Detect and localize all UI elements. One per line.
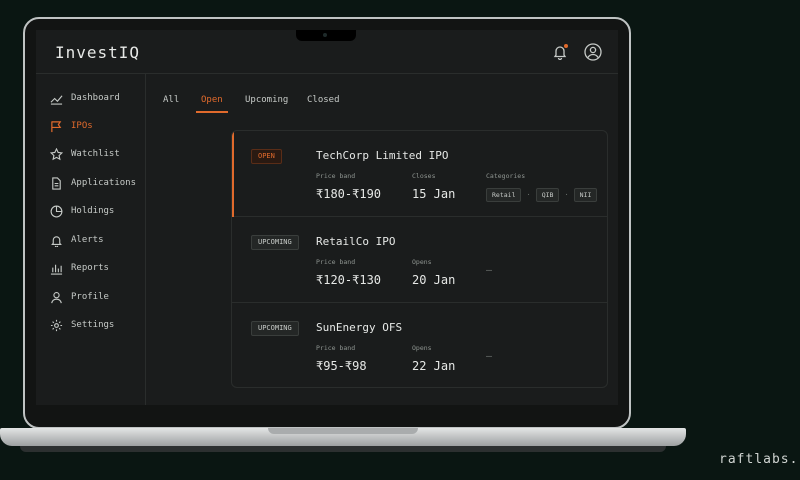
date-value: 20 Jan	[412, 273, 456, 287]
category-chip-nii: NII	[573, 188, 598, 202]
sidebar-item-label: Applications	[71, 178, 137, 188]
sidebar-item-label: Watchlist	[71, 149, 120, 159]
tab-all[interactable]: All	[163, 95, 179, 105]
active-tab-indicator	[196, 111, 228, 113]
tab-open[interactable]: Open	[201, 95, 223, 105]
categories-label: Categories	[486, 172, 526, 180]
app-screen: InvestIQ Dashboard IPOs Watchlist Applic…	[36, 30, 618, 405]
notification-dot	[564, 44, 568, 48]
user-avatar-icon[interactable]	[584, 43, 602, 61]
pie-chart-icon	[50, 205, 63, 217]
sidebar-item-label: Alerts	[71, 235, 104, 245]
bar-chart-icon	[50, 264, 63, 275]
sidebar-item-dashboard[interactable]: Dashboard	[50, 90, 120, 106]
status-badge: UPCOMING	[251, 321, 299, 336]
date-value: 15 Jan	[412, 187, 456, 201]
sidebar-item-label: Holdings	[71, 206, 115, 216]
ipo-name[interactable]: TechCorp Limited IPO	[316, 149, 448, 162]
sidebar: Dashboard IPOs Watchlist Applications Ho…	[36, 74, 146, 405]
status-badge: UPCOMING	[251, 235, 299, 250]
categories-placeholder: —	[486, 265, 493, 276]
sidebar-item-label: Reports	[71, 263, 109, 273]
laptop-base	[0, 428, 686, 446]
ipo-row-sunenergy[interactable]: UPCOMING SunEnergy OFS Price band ₹95-₹9…	[232, 303, 607, 387]
ipo-list: OPEN TechCorp Limited IPO Price band ₹18…	[231, 130, 608, 388]
categories-placeholder: —	[486, 351, 493, 362]
date-label: Closes	[412, 172, 436, 180]
chip-separator: ·	[564, 191, 569, 199]
sidebar-item-applications[interactable]: Applications	[50, 175, 136, 191]
bell-icon	[51, 235, 62, 247]
sidebar-item-holdings[interactable]: Holdings	[50, 203, 114, 219]
sidebar-item-watchlist[interactable]: Watchlist	[50, 146, 120, 162]
trend-icon	[50, 94, 63, 105]
status-badge: OPEN	[251, 149, 282, 164]
sidebar-item-alerts[interactable]: Alerts	[50, 232, 104, 248]
notifications-bell-icon[interactable]	[552, 44, 568, 61]
tab-upcoming[interactable]: Upcoming	[245, 95, 288, 105]
sidebar-item-reports[interactable]: Reports	[50, 260, 109, 276]
ipo-row-techcorp[interactable]: OPEN TechCorp Limited IPO Price band ₹18…	[232, 131, 607, 217]
price-band-label: Price band	[316, 258, 356, 266]
sidebar-item-settings[interactable]: Settings	[50, 317, 114, 333]
selected-row-accent	[232, 131, 234, 217]
date-label: Opens	[412, 258, 432, 266]
tab-closed[interactable]: Closed	[307, 95, 340, 105]
price-band-value: ₹95-₹98	[316, 359, 367, 373]
brand-watermark: raftlabs.	[719, 452, 799, 467]
camera-icon	[323, 33, 327, 37]
ipo-name[interactable]: SunEnergy OFS	[316, 321, 402, 334]
sidebar-item-profile[interactable]: Profile	[50, 289, 109, 305]
sidebar-item-label: Profile	[71, 292, 109, 302]
app-title: InvestIQ	[55, 43, 141, 62]
category-chips: Retail · QIB · NII	[486, 188, 598, 202]
sidebar-item-label: Settings	[71, 320, 115, 330]
document-icon	[52, 176, 61, 190]
category-chip-retail: Retail	[486, 188, 522, 202]
ipo-row-retailco[interactable]: UPCOMING RetailCo IPO Price band ₹120-₹1…	[232, 217, 607, 303]
price-band-value: ₹120-₹130	[316, 273, 382, 287]
sidebar-item-ipos[interactable]: IPOs	[50, 118, 93, 134]
laptop-base-shadow	[20, 446, 666, 452]
ipo-name[interactable]: RetailCo IPO	[316, 235, 395, 248]
user-icon	[51, 291, 62, 303]
gear-icon	[50, 319, 63, 331]
price-band-label: Price band	[316, 172, 356, 180]
sidebar-item-label: IPOs	[71, 121, 93, 131]
category-chip-qib: QIB	[535, 188, 560, 202]
price-band-value: ₹180-₹190	[316, 187, 382, 201]
date-value: 22 Jan	[412, 359, 456, 373]
date-label: Opens	[412, 344, 432, 352]
laptop-groove	[268, 428, 418, 434]
flag-icon	[51, 120, 62, 132]
star-icon	[50, 147, 63, 160]
camera-notch	[296, 30, 356, 41]
sidebar-item-label: Dashboard	[71, 93, 120, 103]
price-band-label: Price band	[316, 344, 356, 352]
chip-separator: ·	[526, 191, 531, 199]
